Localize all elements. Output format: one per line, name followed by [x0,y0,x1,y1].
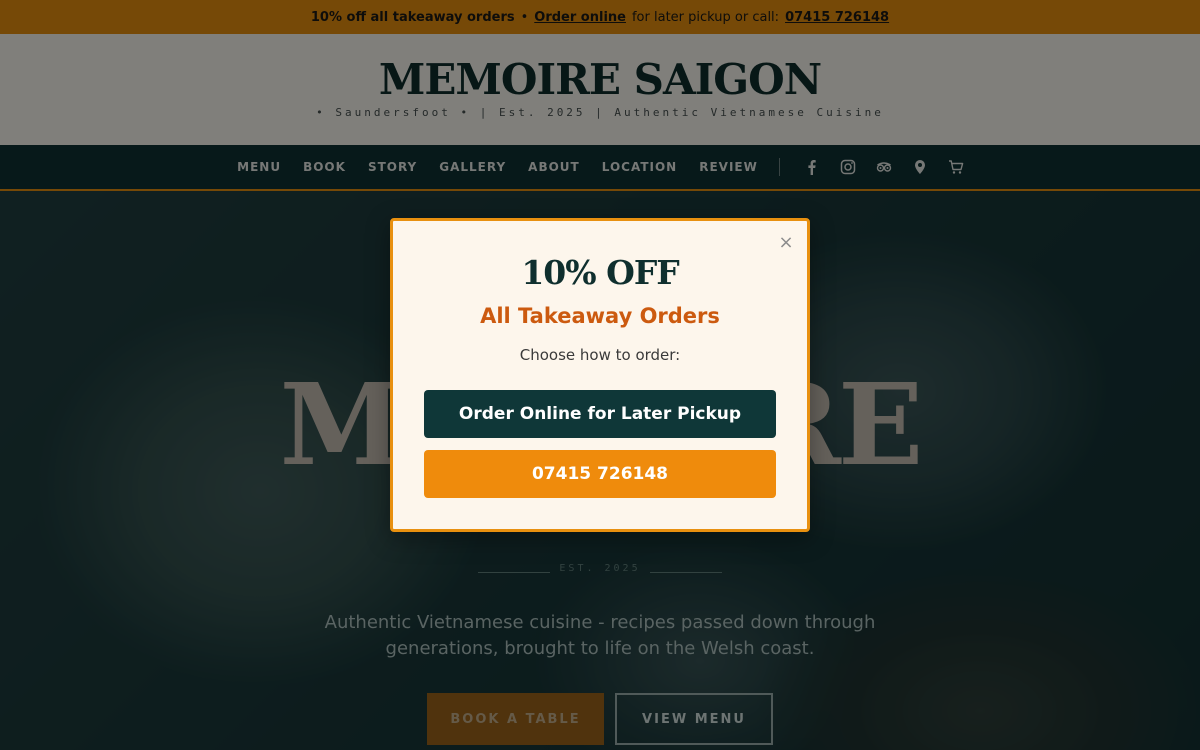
close-icon[interactable]: × [777,234,795,252]
order-online-button[interactable]: Order Online for Later Pickup [424,390,776,438]
modal-headline: 10% OFF [521,253,679,292]
modal-subheadline: All Takeaway Orders [480,304,720,328]
modal-prompt: Choose how to order: [519,346,681,364]
takeaway-offer-modal: × 10% OFF All Takeaway Orders Choose how… [390,218,810,532]
call-phone-button[interactable]: 07415 726148 [424,450,776,498]
